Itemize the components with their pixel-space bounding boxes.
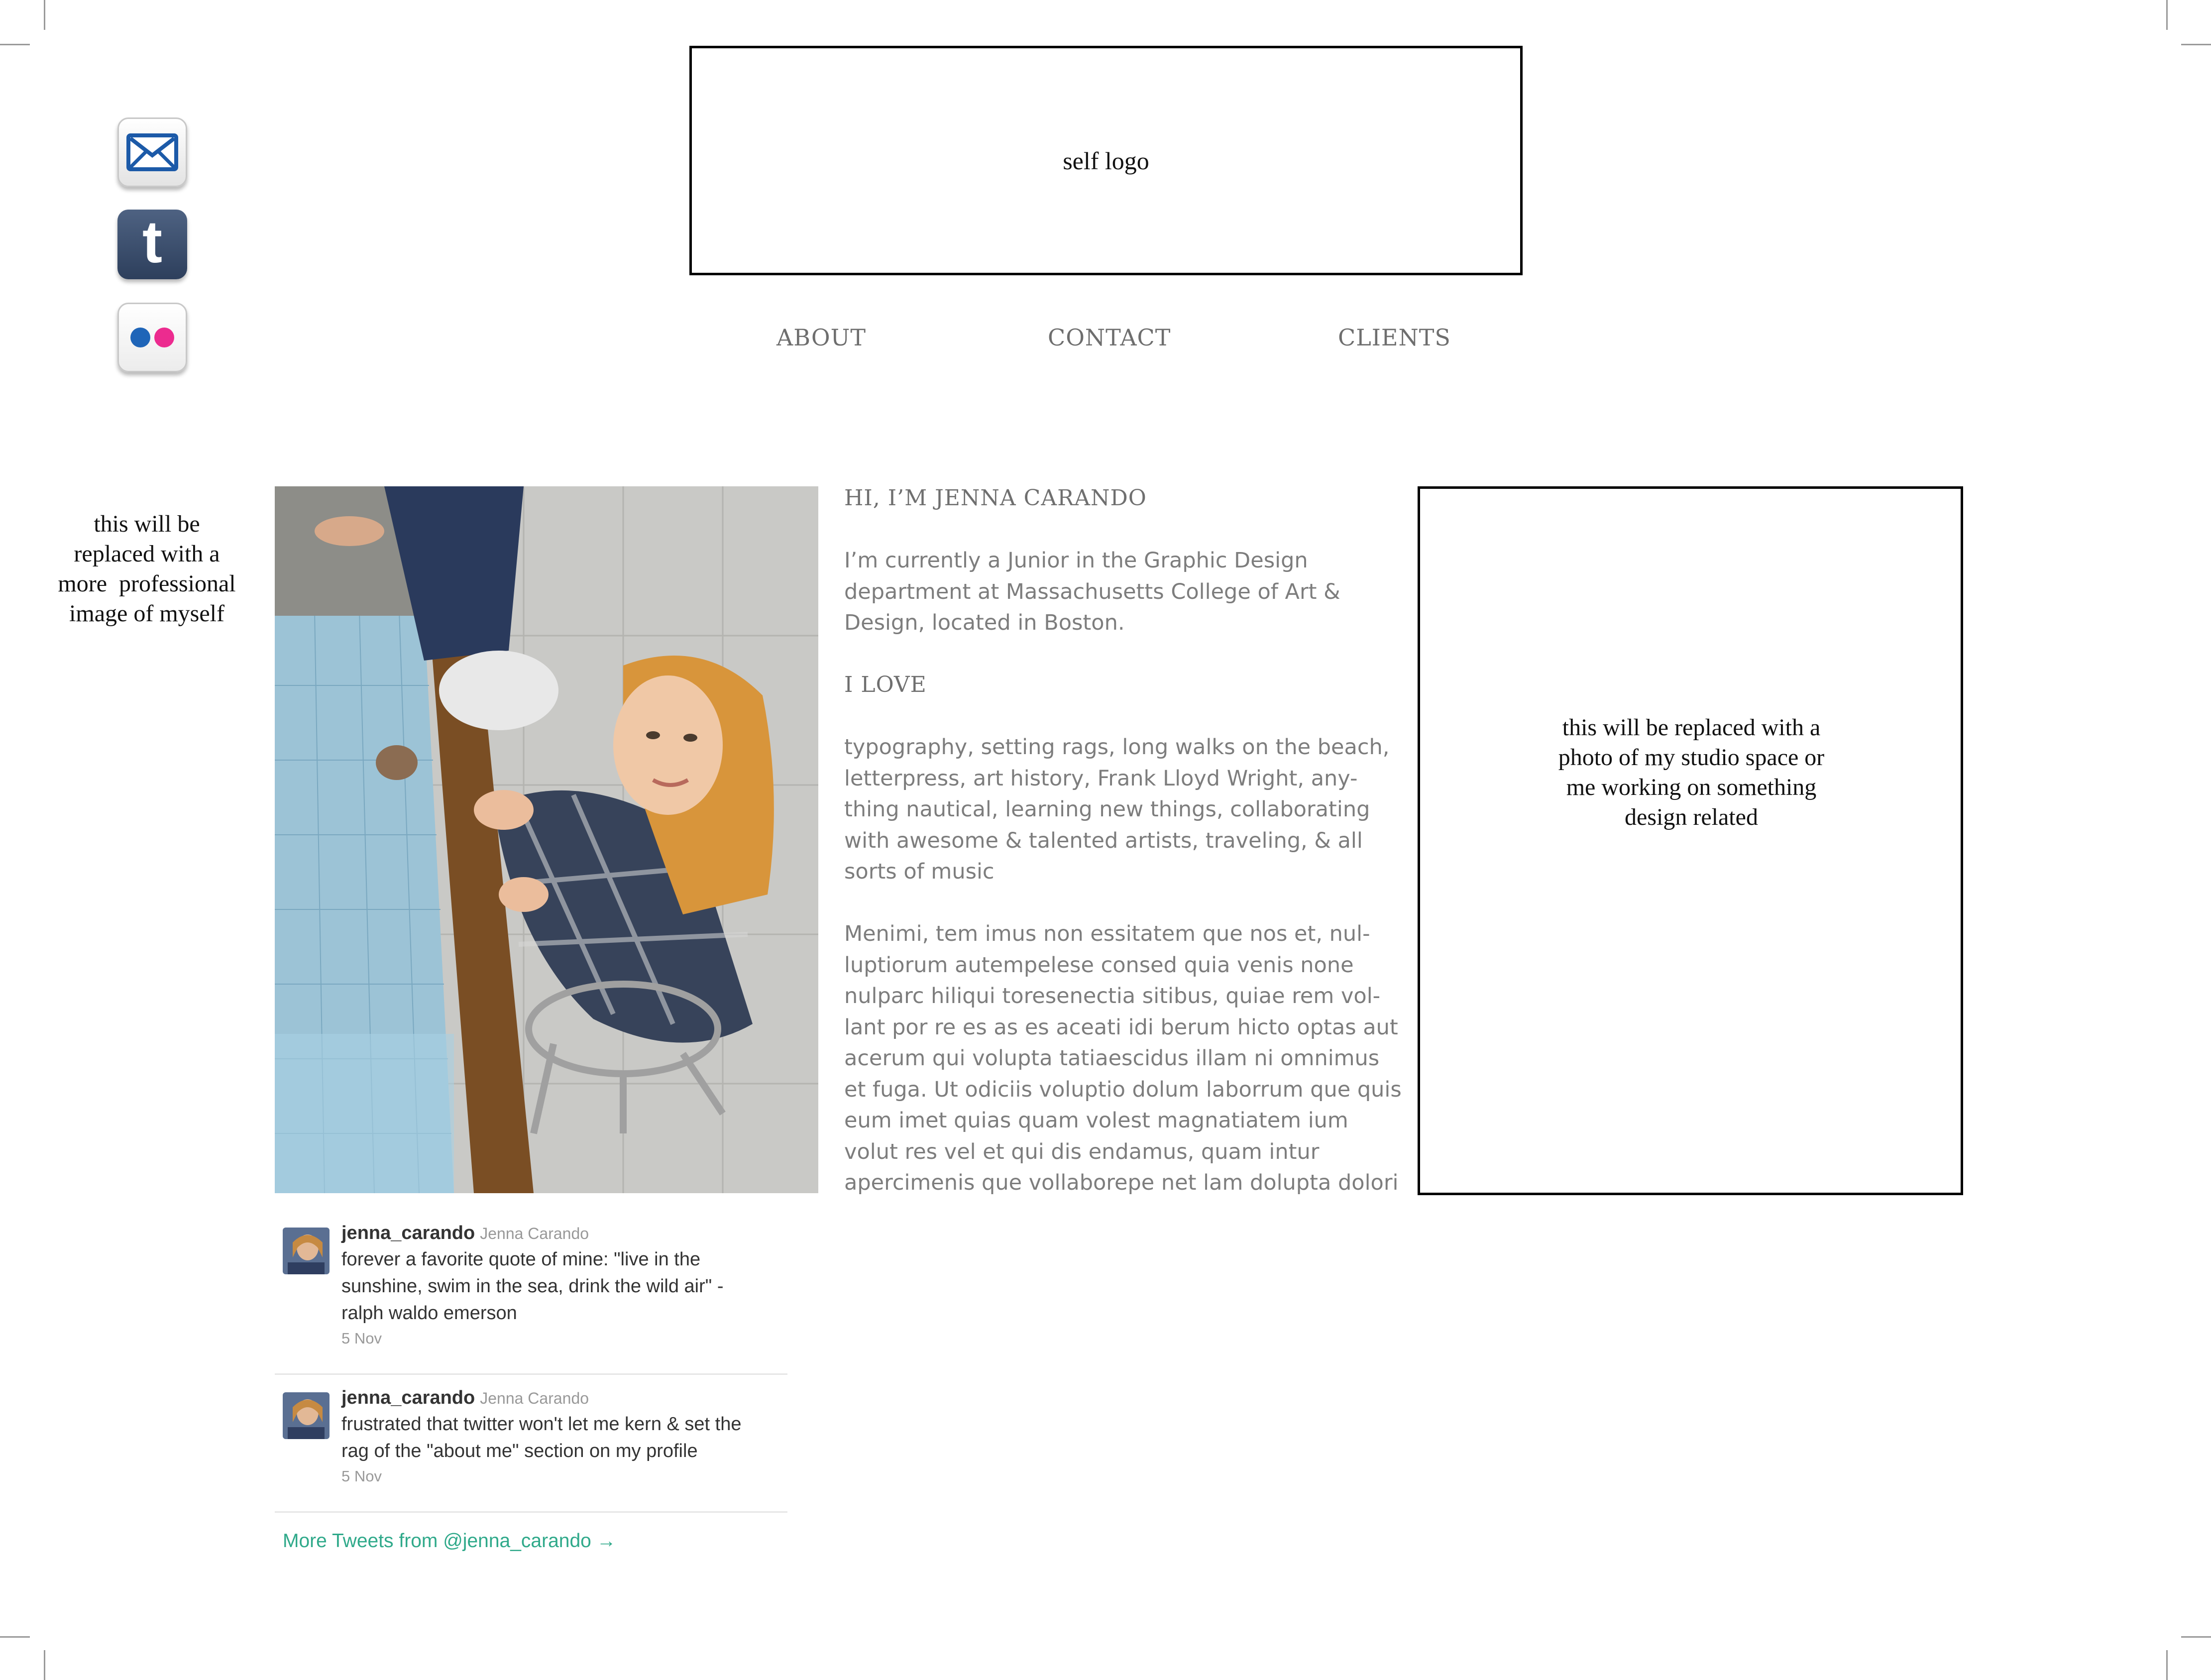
note-line: more professional — [58, 570, 236, 597]
note-line: photo of my studio space or — [1558, 744, 1825, 771]
envelope-icon — [126, 133, 178, 171]
nav-about[interactable]: ABOUT — [776, 324, 866, 351]
tweet-date[interactable]: 5 Nov — [341, 1330, 787, 1347]
tweet-text-line: frustrated that twitter won't let me ker… — [341, 1414, 742, 1435]
nav-contact[interactable]: CONTACT — [1048, 324, 1171, 351]
love-heading: I LOVE — [844, 672, 927, 697]
tweet-username[interactable]: jenna_carando — [341, 1387, 475, 1408]
note-line: this will be replaced with a — [1562, 714, 1821, 741]
crop-mark-bottom-right-h — [2181, 1636, 2211, 1638]
about-intro: I’m currently a Junior in the Graphic De… — [844, 548, 1340, 635]
nav-clients[interactable]: CLIENTS — [1338, 324, 1451, 351]
crop-mark-top-right-h — [2181, 44, 2211, 45]
note-line: this will be — [94, 511, 200, 537]
crop-mark-bottom-right-v — [2166, 1650, 2168, 1680]
avatar[interactable] — [283, 1392, 330, 1439]
filler-text: Menimi, tem imus non essitatem que nos e… — [844, 921, 1402, 1195]
crop-mark-top-right-v — [2166, 0, 2168, 30]
studio-photo-placeholder — [1418, 486, 1963, 1195]
tumblr-t-icon: t — [142, 209, 162, 275]
tweet-text-line: ralph waldo emerson — [341, 1303, 517, 1324]
love-text: typography, setting rags, long walks on … — [844, 735, 1390, 884]
tweet-text-line: rag of the "about me" section on my prof… — [341, 1441, 698, 1461]
tweet-display-name[interactable]: Jenna Carando — [480, 1389, 589, 1407]
crop-mark-bottom-left-h — [0, 1636, 30, 1638]
profile-photo — [275, 486, 818, 1193]
note-line: me working on something — [1566, 774, 1817, 800]
flickr-button[interactable] — [117, 303, 187, 372]
flickr-dots-icon — [130, 328, 174, 347]
profile-image-note: this will be replaced with a more profes… — [40, 509, 254, 629]
email-button[interactable] — [117, 117, 187, 187]
note-line: design related — [1625, 804, 1758, 830]
crop-mark-top-left-v — [44, 0, 45, 30]
tweet-text: forever a favorite quote of mine: "live … — [341, 1246, 787, 1327]
about-section: HI, I’M JENNA CARANDO I’m currently a Ju… — [844, 483, 1407, 1230]
studio-photo-note: this will be replaced with a photo of my… — [1517, 713, 1866, 832]
logo-placeholder[interactable]: self logo — [689, 46, 1523, 275]
tweet-item: jenna_carando Jenna Carando frustrated th… — [275, 1384, 787, 1513]
tweet-display-name[interactable]: Jenna Carando — [480, 1225, 589, 1242]
tweet-text-line: forever a favorite quote of mine: "live … — [341, 1249, 701, 1270]
tweet-text: frustrated that twitter won't let me ker… — [341, 1411, 787, 1464]
tweet-date[interactable]: 5 Nov — [341, 1467, 787, 1485]
about-greeting: HI, I’M JENNA CARANDO — [844, 485, 1147, 511]
logo-text: self logo — [1063, 146, 1149, 175]
tweet-item: jenna_carando Jenna Carando forever a fav… — [275, 1220, 787, 1375]
note-line: image of myself — [69, 600, 224, 627]
tweet-username[interactable]: jenna_carando — [341, 1223, 475, 1243]
crop-mark-top-left-h — [0, 44, 30, 45]
note-line: replaced with a — [74, 541, 220, 567]
crop-mark-bottom-left-v — [44, 1650, 45, 1680]
more-tweets-link[interactable]: More Tweets from @jenna_carando → — [283, 1530, 616, 1552]
avatar[interactable] — [283, 1228, 330, 1274]
tumblr-button[interactable]: t — [117, 210, 187, 279]
tweet-text-line: sunshine, swim in the sea, drink the wil… — [341, 1276, 724, 1297]
profile-photo-illustration — [275, 486, 818, 1193]
